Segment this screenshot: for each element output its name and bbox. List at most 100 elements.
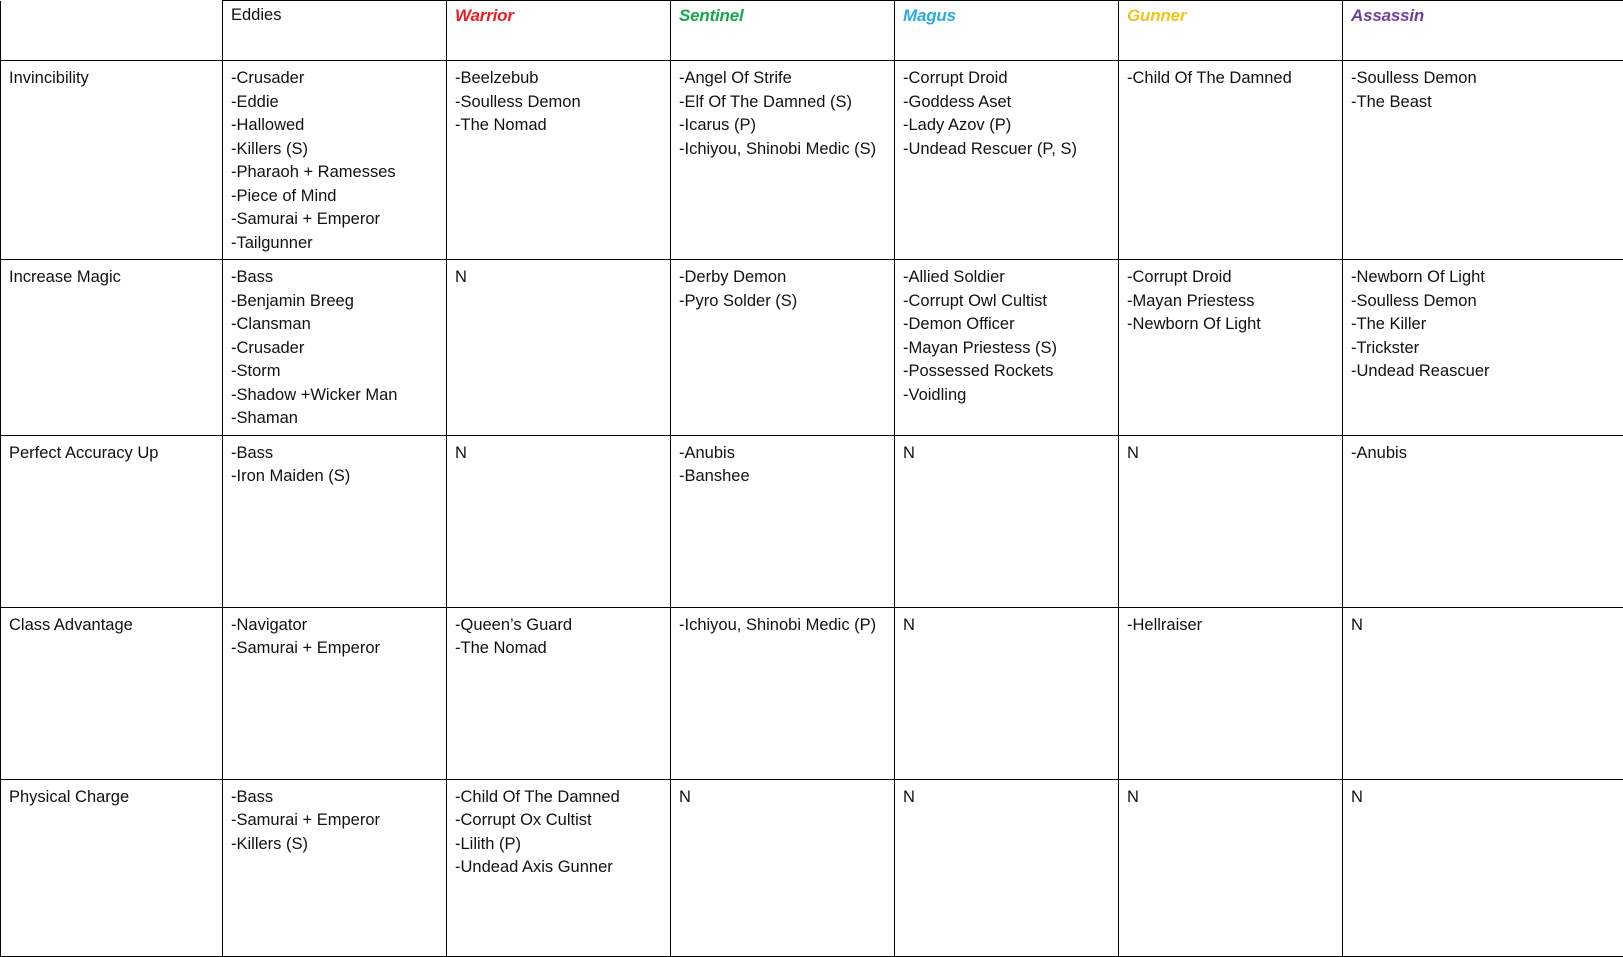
list-item: -Samurai + Emperor bbox=[231, 809, 438, 833]
table-row: Invincibility -Crusader-Eddie-Hallowed-Ki… bbox=[1, 61, 1623, 260]
row-header-label: Physical Charge bbox=[9, 788, 129, 806]
list-item: -Undead Axis Gunner bbox=[455, 856, 662, 880]
list-item: -Piece of Mind bbox=[231, 185, 438, 209]
entry-list: -Crusader-Eddie-Hallowed-Killers (S)-Pha… bbox=[231, 67, 438, 255]
list-item: -Corrupt Ox Cultist bbox=[455, 809, 662, 833]
list-item: -Clansman bbox=[231, 313, 438, 337]
list-item: -Bass bbox=[231, 442, 438, 466]
list-item: -Samurai + Emperor bbox=[231, 637, 438, 661]
list-item: -Banshee bbox=[679, 465, 886, 489]
cell-eddies: -Navigator-Samurai + Emperor bbox=[223, 607, 447, 779]
list-item: -Icarus (P) bbox=[679, 114, 886, 138]
entry-list: -Newborn Of Light-Soulless Demon-The Kil… bbox=[1351, 266, 1615, 384]
cell-eddies: -Crusader-Eddie-Hallowed-Killers (S)-Pha… bbox=[223, 61, 447, 260]
list-item: -Undead Rescuer (P, S) bbox=[903, 138, 1110, 162]
cell-magus: -Corrupt Droid-Goddess Aset-Lady Azov (P… bbox=[895, 61, 1119, 260]
row-header-perfect-accuracy-up: Perfect Accuracy Up bbox=[1, 435, 223, 607]
list-item: -Pharaoh + Ramesses bbox=[231, 161, 438, 185]
entry-list: -Corrupt Droid-Goddess Aset-Lady Azov (P… bbox=[903, 67, 1110, 161]
list-item: -Benjamin Breeg bbox=[231, 290, 438, 314]
table-header: EddiesWarriorSentinelMagusGunnerAssassin bbox=[1, 1, 1623, 61]
list-item: -Corrupt Droid bbox=[1127, 266, 1334, 290]
cell-magus: N bbox=[895, 607, 1119, 779]
column-header-label: Magus bbox=[903, 6, 956, 25]
column-header-warrior: Warrior bbox=[447, 1, 671, 61]
no-entries-marker: N bbox=[903, 614, 1110, 638]
list-item: -Storm bbox=[231, 360, 438, 384]
list-item: -The Killer bbox=[1351, 313, 1615, 337]
list-item: -Killers (S) bbox=[231, 833, 438, 857]
list-item: -Soulless Demon bbox=[1351, 290, 1615, 314]
list-item: -The Beast bbox=[1351, 91, 1615, 115]
list-item: -Child Of The Damned bbox=[1127, 67, 1334, 91]
list-item: -Anubis bbox=[679, 442, 886, 466]
list-item: -Pyro Solder (S) bbox=[679, 290, 886, 314]
row-header-label: Increase Magic bbox=[9, 268, 121, 286]
list-item: -The Nomad bbox=[455, 114, 662, 138]
list-item: -Samurai + Emperor bbox=[231, 208, 438, 232]
row-header-increase-magic: Increase Magic bbox=[1, 260, 223, 436]
table-row: Physical Charge -Bass-Samurai + Emperor-K… bbox=[1, 779, 1623, 956]
ability-matrix-sheet: EddiesWarriorSentinelMagusGunnerAssassin… bbox=[0, 0, 1623, 949]
entry-list: -Derby Demon-Pyro Solder (S) bbox=[679, 266, 886, 313]
cell-warrior: -Queen’s Guard-The Nomad bbox=[447, 607, 671, 779]
table-body: Invincibility -Crusader-Eddie-Hallowed-Ki… bbox=[1, 61, 1623, 957]
no-entries-marker: N bbox=[455, 442, 662, 466]
entry-list: -Child Of The Damned-Corrupt Ox Cultist-… bbox=[455, 786, 662, 880]
row-header-physical-charge: Physical Charge bbox=[1, 779, 223, 956]
no-entries-marker: N bbox=[903, 442, 1110, 466]
no-entries-marker: N bbox=[679, 786, 886, 810]
cell-warrior: N bbox=[447, 260, 671, 436]
list-item: -Crusader bbox=[231, 337, 438, 361]
entry-list: -Ichiyou, Shinobi Medic (P) bbox=[679, 614, 886, 638]
cell-warrior: -Child Of The Damned-Corrupt Ox Cultist-… bbox=[447, 779, 671, 956]
list-item: -Navigator bbox=[231, 614, 438, 638]
list-item: -Bass bbox=[231, 786, 438, 810]
table-row: Class Advantage -Navigator-Samurai + Empe… bbox=[1, 607, 1623, 779]
row-header-label: Invincibility bbox=[9, 69, 89, 87]
column-header-label: Warrior bbox=[455, 6, 514, 25]
row-header-label: Perfect Accuracy Up bbox=[9, 444, 158, 462]
list-item: -Trickster bbox=[1351, 337, 1615, 361]
list-item: -Undead Reascuer bbox=[1351, 360, 1615, 384]
entry-list: -Navigator-Samurai + Emperor bbox=[231, 614, 438, 661]
entry-list: -Anubis-Banshee bbox=[679, 442, 886, 489]
cell-warrior: -Beelzebub-Soulless Demon-The Nomad bbox=[447, 61, 671, 260]
cell-assassin: -Newborn Of Light-Soulless Demon-The Kil… bbox=[1343, 260, 1623, 436]
list-item: -Lilith (P) bbox=[455, 833, 662, 857]
table-header-row: EddiesWarriorSentinelMagusGunnerAssassin bbox=[1, 1, 1623, 61]
cell-assassin: -Anubis bbox=[1343, 435, 1623, 607]
entry-list: -Soulless Demon-The Beast bbox=[1351, 67, 1615, 114]
list-item: -Elf Of The Damned (S) bbox=[679, 91, 886, 115]
cell-eddies: -Bass-Benjamin Breeg-Clansman-Crusader-S… bbox=[223, 260, 447, 436]
column-header-label: Eddies bbox=[231, 6, 281, 24]
list-item: -Killers (S) bbox=[231, 138, 438, 162]
cell-magus: -Allied Soldier-Corrupt Owl Cultist-Demo… bbox=[895, 260, 1119, 436]
entry-list: -Child Of The Damned bbox=[1127, 67, 1334, 91]
list-item: -Possessed Rockets bbox=[903, 360, 1110, 384]
list-item: -Iron Maiden (S) bbox=[231, 465, 438, 489]
list-item: -Soulless Demon bbox=[455, 91, 662, 115]
entry-list: -Angel Of Strife-Elf Of The Damned (S)-I… bbox=[679, 67, 886, 161]
list-item: -Queen’s Guard bbox=[455, 614, 662, 638]
entry-list: -Allied Soldier-Corrupt Owl Cultist-Demo… bbox=[903, 266, 1110, 407]
cell-assassin: N bbox=[1343, 607, 1623, 779]
list-item: -Angel Of Strife bbox=[679, 67, 886, 91]
table-corner-cell bbox=[1, 1, 223, 61]
column-header-sentinel: Sentinel bbox=[671, 1, 895, 61]
cell-sentinel: -Angel Of Strife-Elf Of The Damned (S)-I… bbox=[671, 61, 895, 260]
cell-gunner: -Child Of The Damned bbox=[1119, 61, 1343, 260]
entry-list: -Beelzebub-Soulless Demon-The Nomad bbox=[455, 67, 662, 138]
row-header-label: Class Advantage bbox=[9, 616, 133, 634]
no-entries-marker: N bbox=[455, 266, 662, 290]
list-item: -Newborn Of Light bbox=[1127, 313, 1334, 337]
list-item: -Allied Soldier bbox=[903, 266, 1110, 290]
no-entries-marker: N bbox=[1351, 614, 1615, 638]
cell-gunner: -Hellraiser bbox=[1119, 607, 1343, 779]
cell-gunner: -Corrupt Droid-Mayan Priestess-Newborn O… bbox=[1119, 260, 1343, 436]
column-header-label: Sentinel bbox=[679, 6, 744, 25]
list-item: -Hellraiser bbox=[1127, 614, 1334, 638]
list-item: -Derby Demon bbox=[679, 266, 886, 290]
column-header-label: Gunner bbox=[1127, 6, 1186, 25]
table-row: Increase Magic -Bass-Benjamin Breeg-Clans… bbox=[1, 260, 1623, 436]
